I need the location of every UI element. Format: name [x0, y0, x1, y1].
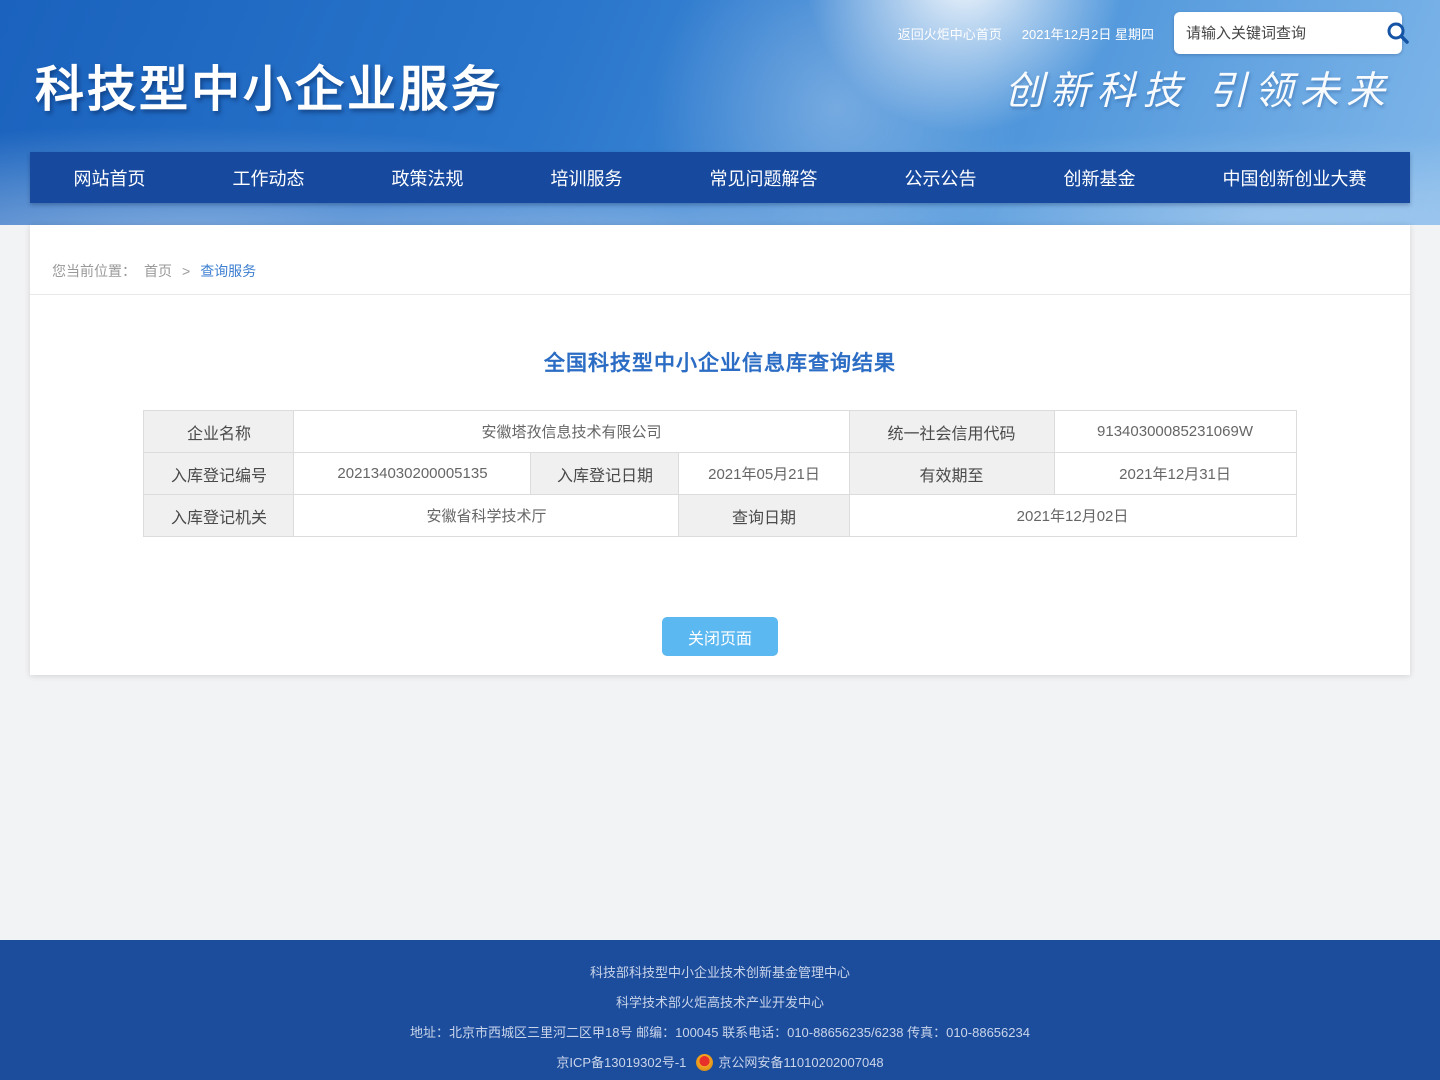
registration-number-value: 202134030200005135	[294, 453, 531, 495]
footer-org-line-1: 科技部科技型中小企业技术创新基金管理中心	[0, 958, 1440, 988]
valid-until-label: 有效期至	[849, 453, 1054, 495]
credit-code-value: 91340300085231069W	[1054, 411, 1296, 453]
close-page-button[interactable]: 关闭页面	[662, 617, 778, 656]
footer-contact-line: 地址：北京市西城区三里河二区甲18号 邮编：100045 联系电话：010-88…	[0, 1018, 1440, 1048]
main-area: 您当前位置： 首页 > 查询服务 全国科技型中小企业信息库查询结果 企业名称 安徽塔孜…	[0, 225, 1440, 940]
search-icon	[1385, 20, 1411, 46]
nav-item-policies[interactable]: 政策法规	[382, 165, 474, 191]
registration-agency-value: 安徽省科学技术厅	[294, 495, 679, 537]
table-row: 入库登记编号 202134030200005135 入库登记日期 2021年05…	[144, 453, 1296, 495]
nav-item-home[interactable]: 网站首页	[64, 165, 156, 191]
table-row: 企业名称 安徽塔孜信息技术有限公司 统一社会信用代码 9134030008523…	[144, 411, 1296, 453]
site-header: 返回火炬中心首页 2021年12月2日 星期四 科技型中小企业服务 创新科技 引…	[0, 0, 1440, 225]
nav-item-work-news[interactable]: 工作动态	[223, 165, 315, 191]
breadcrumb-divider	[30, 294, 1410, 295]
query-result-table: 企业名称 安徽塔孜信息技术有限公司 统一社会信用代码 9134030008523…	[143, 410, 1296, 537]
breadcrumb-home-link[interactable]: 首页	[144, 263, 172, 279]
icp-record-link[interactable]: 京ICP备13019302号-1	[556, 1055, 686, 1070]
header-top-row: 返回火炬中心首页 2021年12月2日 星期四	[898, 12, 1402, 54]
nav-item-announcements[interactable]: 公示公告	[895, 165, 987, 191]
nav-item-innovation-contest[interactable]: 中国创新创业大赛	[1213, 165, 1377, 191]
footer-record-line: 京ICP备13019302号-1 京公网安备11010202007048	[0, 1048, 1440, 1078]
company-name-label: 企业名称	[144, 411, 294, 453]
query-date-value: 2021年12月02日	[849, 495, 1296, 537]
registration-date-value: 2021年05月21日	[679, 453, 849, 495]
company-name-value: 安徽塔孜信息技术有限公司	[294, 411, 849, 453]
registration-number-label: 入库登记编号	[144, 453, 294, 495]
content-panel: 您当前位置： 首页 > 查询服务 全国科技型中小企业信息库查询结果 企业名称 安徽塔孜…	[30, 225, 1410, 675]
credit-code-label: 统一社会信用代码	[849, 411, 1054, 453]
registration-date-label: 入库登记日期	[531, 453, 679, 495]
page-title: 全国科技型中小企业信息库查询结果	[30, 347, 1410, 377]
table-row: 入库登记机关 安徽省科学技术厅 查询日期 2021年12月02日	[144, 495, 1296, 537]
nav-item-innovation-fund[interactable]: 创新基金	[1054, 165, 1146, 191]
breadcrumb-prefix: 您当前位置：	[52, 263, 136, 279]
breadcrumb-current-link[interactable]: 查询服务	[200, 263, 256, 279]
breadcrumb: 您当前位置： 首页 > 查询服务	[30, 225, 1410, 281]
breadcrumb-separator: >	[182, 263, 190, 279]
site-logo-title: 科技型中小企业服务	[35, 50, 503, 121]
site-footer: 科技部科技型中小企业技术创新基金管理中心 科学技术部火炬高技术产业开发中心 地址…	[0, 940, 1440, 1080]
current-date: 2021年12月2日 星期四	[1022, 24, 1154, 43]
search-button[interactable]	[1385, 19, 1411, 47]
back-to-torch-home-link[interactable]: 返回火炬中心首页	[898, 24, 1002, 43]
site-slogan: 创新科技 引领未来	[1005, 60, 1392, 116]
main-nav: 网站首页 工作动态 政策法规 培训服务 常见问题解答 公示公告 创新基金 中国创…	[30, 152, 1410, 203]
nav-item-faq[interactable]: 常见问题解答	[700, 165, 828, 191]
registration-agency-label: 入库登记机关	[144, 495, 294, 537]
query-date-label: 查询日期	[679, 495, 849, 537]
footer-org-line-2: 科学技术部火炬高技术产业开发中心	[0, 988, 1440, 1018]
search-box	[1174, 12, 1402, 54]
police-badge-icon	[696, 1054, 713, 1071]
security-record-link[interactable]: 京公网安备11010202007048	[718, 1055, 883, 1070]
search-input[interactable]	[1186, 25, 1385, 42]
nav-item-training[interactable]: 培训服务	[541, 165, 633, 191]
valid-until-value: 2021年12月31日	[1054, 453, 1296, 495]
